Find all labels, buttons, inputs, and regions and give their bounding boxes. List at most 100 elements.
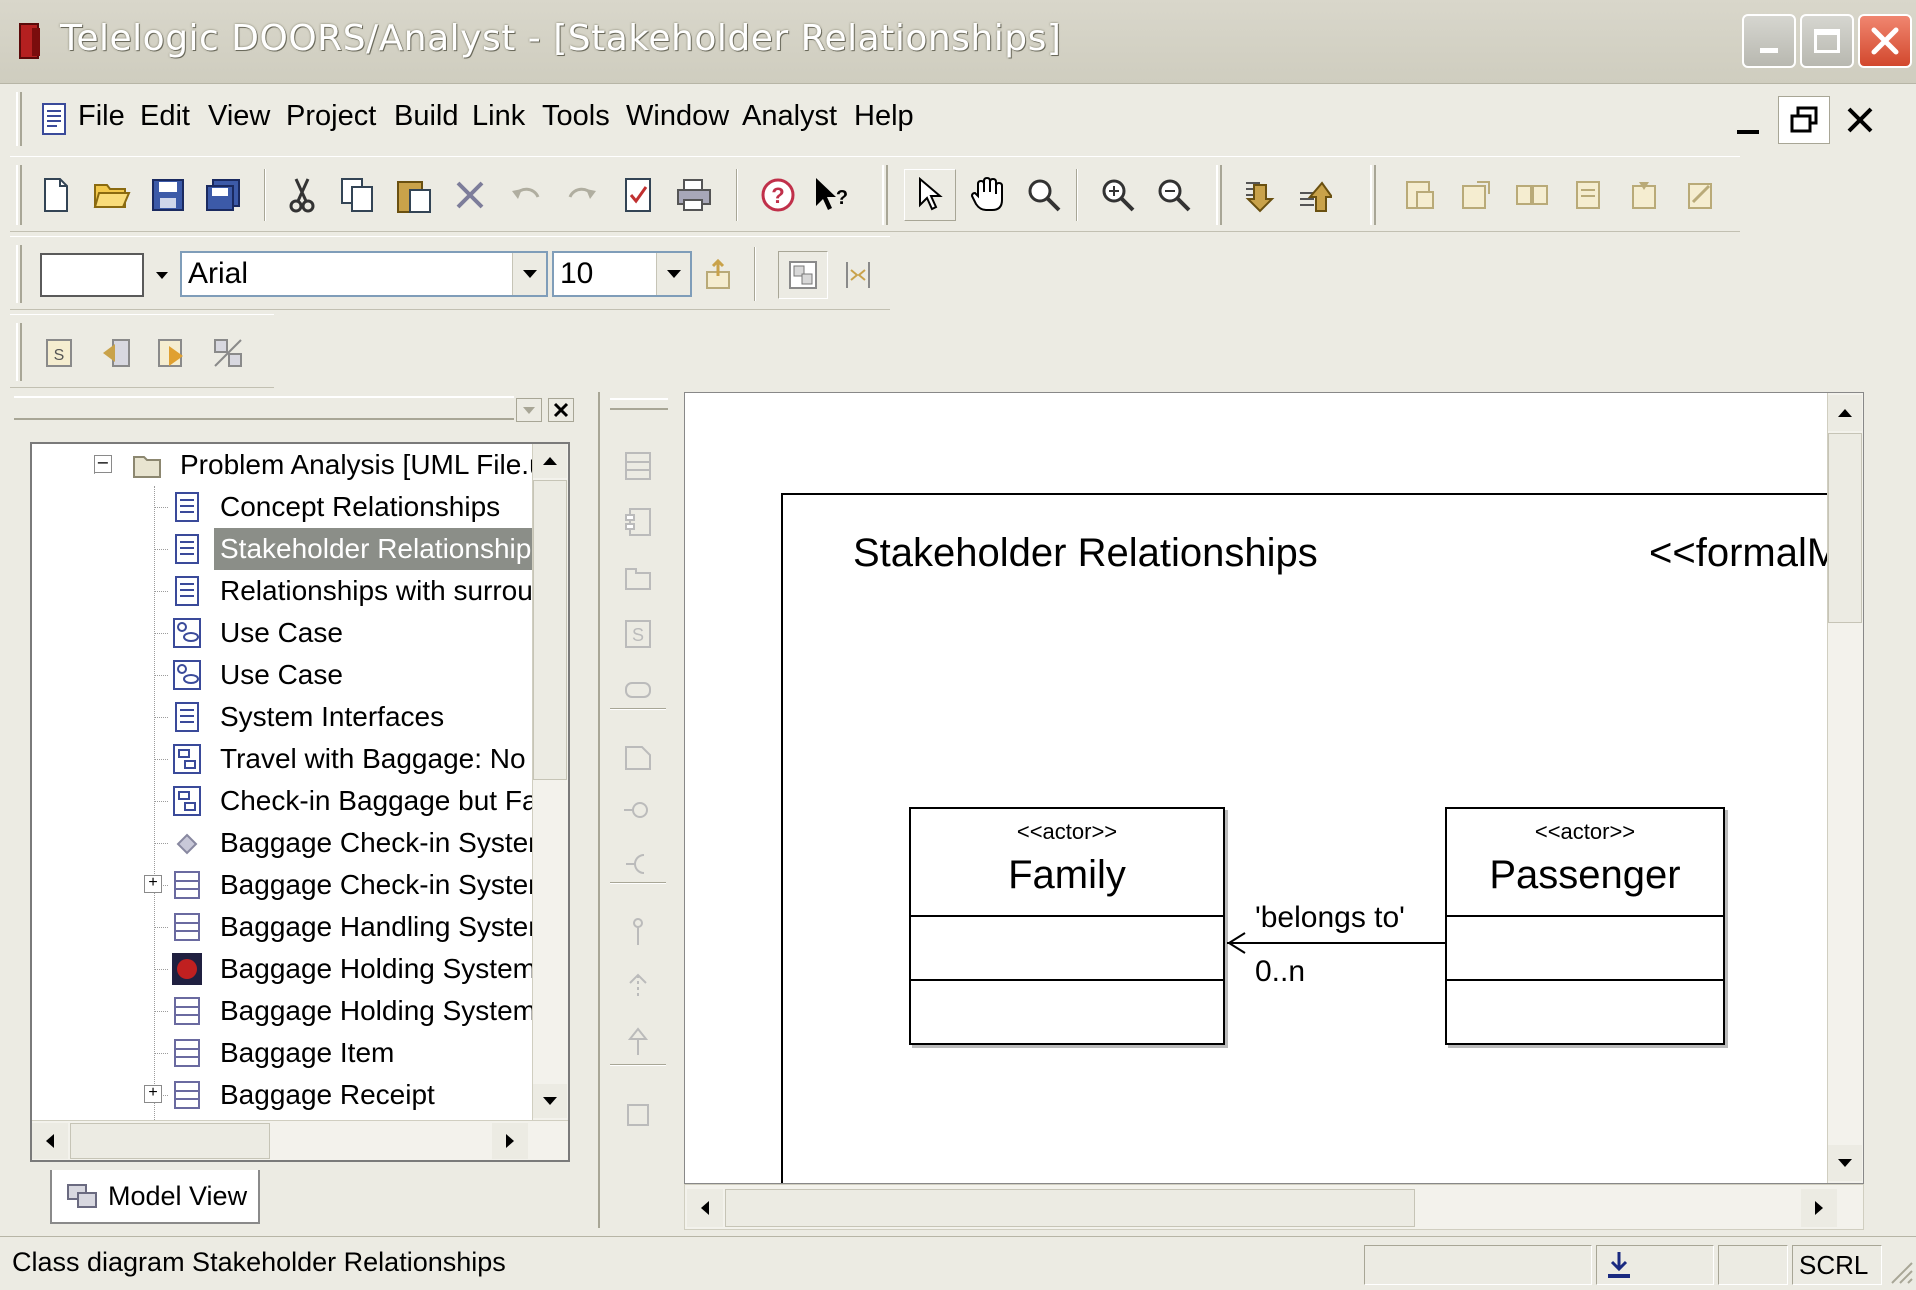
root-collapse-button[interactable]: − (94, 455, 112, 473)
paste-button[interactable] (392, 173, 436, 217)
palette-dependency-tool-button[interactable] (616, 964, 660, 1008)
tree-scroll-right-button[interactable] (492, 1123, 528, 1159)
copy-button[interactable] (336, 173, 380, 217)
menu-view[interactable]: View (208, 100, 270, 133)
toolbar-grip[interactable] (882, 165, 888, 225)
link-tool-6-button[interactable] (1678, 173, 1722, 217)
tree-horizontal-scrollbar[interactable] (32, 1120, 568, 1160)
save-all-button[interactable] (202, 173, 246, 217)
color-swatch[interactable] (40, 253, 144, 297)
link-tool-1-button[interactable] (1398, 173, 1442, 217)
uml-class-passenger[interactable]: <<actor>> Passenger (1445, 807, 1725, 1045)
link-tool-4-button[interactable] (1566, 173, 1610, 217)
navigate-forward-button[interactable] (1292, 173, 1336, 217)
format-apply-button[interactable] (698, 253, 742, 297)
menu-edit[interactable]: Edit (140, 100, 190, 133)
title-bar[interactable]: Telelogic DOORS/Analyst - [Stakeholder R… (0, 0, 1916, 84)
check-button[interactable] (616, 173, 660, 217)
analyst-tool-2-button[interactable] (94, 331, 138, 375)
open-button[interactable] (90, 173, 134, 217)
canvas-vertical-scrollbar[interactable] (1827, 393, 1863, 1183)
menu-project[interactable]: Project (286, 100, 376, 133)
tree-scroll-down-button[interactable] (533, 1084, 567, 1118)
align-button[interactable] (836, 253, 880, 297)
panel-close-button[interactable] (548, 398, 574, 422)
menu-analyst[interactable]: Analyst (742, 100, 837, 133)
zoom-in-button[interactable] (1096, 173, 1140, 217)
new-file-button[interactable] (34, 173, 78, 217)
navigate-back-button[interactable] (1236, 173, 1280, 217)
canvas-vscroll-thumb[interactable] (1828, 433, 1862, 623)
tree-expand-button[interactable]: + (144, 1085, 162, 1103)
toolbar-grip[interactable] (1216, 165, 1222, 225)
tree-expand-button[interactable]: + (144, 875, 162, 893)
zoom-out-button[interactable] (1152, 173, 1196, 217)
mdi-minimize-button[interactable] (1722, 96, 1774, 144)
redo-button[interactable] (560, 173, 604, 217)
tree-scroll-left-button[interactable] (32, 1123, 68, 1159)
canvas-scroll-right-button[interactable] (1801, 1189, 1837, 1227)
palette-class-tool-button[interactable] (616, 444, 660, 488)
pan-tool-button[interactable] (966, 173, 1010, 217)
save-button[interactable] (146, 173, 190, 217)
canvas-horizontal-scrollbar[interactable] (684, 1184, 1864, 1230)
palette-grip[interactable] (610, 398, 668, 410)
palette-text-tool-button[interactable] (616, 1092, 660, 1136)
font-family-select[interactable]: Arial (180, 251, 548, 297)
close-button[interactable] (1858, 14, 1912, 68)
delete-button[interactable] (448, 173, 492, 217)
link-tool-5-button[interactable] (1622, 173, 1666, 217)
canvas-scroll-left-button[interactable] (687, 1189, 723, 1227)
find-tool-button[interactable] (1022, 173, 1066, 217)
palette-port-tool-button[interactable] (616, 788, 660, 832)
context-help-button[interactable]: ? (810, 173, 854, 217)
canvas-scroll-up-button[interactable] (1828, 395, 1862, 431)
help-button[interactable]: ? (756, 173, 800, 217)
tree-scroll-thumb[interactable] (533, 480, 567, 780)
minimize-button[interactable] (1742, 14, 1796, 68)
palette-component-tool-button[interactable] (616, 500, 660, 544)
menu-tools[interactable]: Tools (542, 100, 610, 133)
link-tool-2-button[interactable] (1454, 173, 1498, 217)
print-button[interactable] (672, 173, 716, 217)
select-tool-button[interactable] (904, 169, 956, 221)
canvas-hscroll-thumb[interactable] (725, 1189, 1415, 1227)
palette-note-tool-button[interactable] (616, 734, 660, 778)
tree-vertical-scrollbar[interactable] (532, 444, 568, 1120)
color-dropdown-button[interactable] (150, 257, 174, 293)
tree-scroll-up-button[interactable] (533, 444, 567, 478)
analyst-tool-3-button[interactable] (150, 331, 194, 375)
panel-grip[interactable] (14, 396, 514, 420)
tree-hscroll-thumb[interactable] (70, 1123, 270, 1159)
menu-help[interactable]: Help (854, 100, 914, 133)
font-size-select[interactable]: 10 (552, 251, 692, 297)
cut-button[interactable] (280, 173, 324, 217)
uml-class-family[interactable]: <<actor>> Family (909, 807, 1225, 1045)
model-tree[interactable]: − Problem Analysis [UML File.u2 Concept … (30, 442, 570, 1162)
toolbar-grip[interactable] (1370, 165, 1376, 225)
panel-menu-button[interactable] (516, 398, 542, 422)
font-size-dropdown[interactable] (656, 253, 690, 295)
tab-model-view[interactable]: Model View (50, 1170, 260, 1224)
link-tool-3-button[interactable] (1510, 173, 1554, 217)
undo-button[interactable] (504, 173, 548, 217)
palette-required-interface-tool-button[interactable] (616, 842, 660, 886)
mdi-restore-button[interactable] (1778, 96, 1830, 144)
resize-grip-icon[interactable] (1886, 1257, 1914, 1285)
analyst-tool-4-button[interactable] (206, 331, 250, 375)
toolbar-grip[interactable] (16, 165, 22, 225)
toolbar-grip[interactable] (16, 245, 22, 303)
palette-generalization-tool-button[interactable] (616, 1020, 660, 1064)
palette-association-tool-button[interactable] (616, 910, 660, 954)
menu-link[interactable]: Link (472, 100, 525, 133)
palette-signal-tool-button[interactable]: S (616, 612, 660, 656)
maximize-button[interactable] (1800, 14, 1854, 68)
menu-file[interactable]: File (78, 100, 125, 133)
palette-package-tool-button[interactable] (616, 556, 660, 600)
canvas-scroll-down-button[interactable] (1828, 1145, 1862, 1181)
menu-build[interactable]: Build (394, 100, 459, 133)
mdi-close-button[interactable] (1834, 96, 1886, 144)
grid-toggle-button[interactable] (778, 251, 828, 299)
menu-window[interactable]: Window (626, 100, 729, 133)
analyst-tool-1-button[interactable]: S (38, 331, 82, 375)
